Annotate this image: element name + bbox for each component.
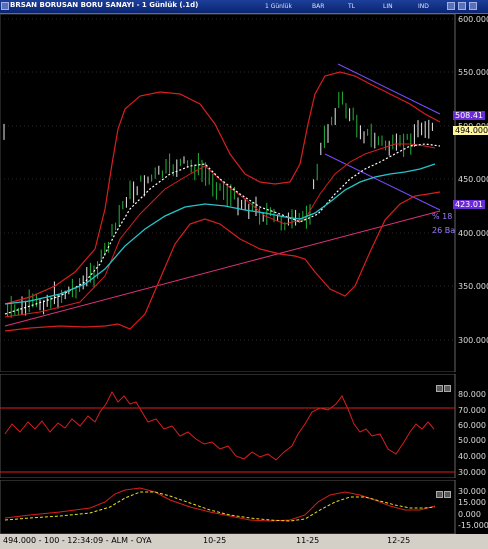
macd-tick: 0.000 [458, 510, 481, 519]
pane-minimize-icon[interactable] [436, 491, 443, 498]
status-bar: 494.000 - 100 - 12:34:09 - ALM - OYA 10-… [0, 534, 488, 549]
macd-panel[interactable] [0, 480, 488, 534]
rsi-tick: 30.000 [458, 468, 486, 477]
macd-pane-controls[interactable] [436, 483, 458, 498]
lin-button[interactable]: LIN [383, 2, 393, 11]
rsi-tick: 50.000 [458, 436, 486, 445]
price-chart[interactable] [0, 14, 488, 372]
status-text: 494.000 - 100 - 12:34:09 - ALM - OYA [3, 536, 152, 545]
lower-channel-tag: 423.01 [453, 200, 485, 209]
rsi-tick: 70.000 [458, 406, 486, 415]
price-tick: 400.000 [458, 229, 488, 238]
x-tick: 11-25 [296, 536, 320, 545]
rsi-tick: 40.000 [458, 452, 486, 461]
x-tick: 10-25 [203, 536, 227, 545]
window-menu-icon[interactable] [1, 2, 9, 10]
macd-tick: 15.000 [458, 498, 486, 507]
ma-label-2: 26 Ba [432, 226, 456, 235]
last-price-tag: 494.000 [453, 126, 488, 135]
bar-button[interactable]: BAR [312, 2, 324, 11]
price-tick: 300.000 [458, 336, 488, 345]
chart-titlebar: BRSAN BORUSAN BORU SANAYI - 1 Günlük (.1… [0, 0, 488, 14]
price-tick: 600.000 [458, 15, 488, 24]
rsi-panel[interactable] [0, 374, 488, 478]
pane-close-icon[interactable] [444, 385, 451, 392]
rsi-tick: 80.000 [458, 390, 486, 399]
price-tick: 350.000 [458, 282, 488, 291]
rsi-tick: 60.000 [458, 421, 486, 430]
minimize-icon[interactable] [447, 2, 455, 10]
ma-label: % 18 [432, 212, 453, 221]
x-tick: 12-25 [387, 536, 411, 545]
pane-close-icon[interactable] [444, 491, 451, 498]
period-button[interactable]: 1 Günlük [265, 2, 292, 11]
price-tick: 450.000 [458, 175, 488, 184]
pane-minimize-icon[interactable] [436, 385, 443, 392]
window-title: BRSAN BORUSAN BORU SANAYI - 1 Günlük (.1… [10, 1, 199, 9]
tl-button[interactable]: TL [348, 2, 355, 11]
rsi-pane-controls[interactable] [436, 377, 458, 392]
macd-tick: -15.000 [458, 521, 488, 530]
macd-tick: 30.000 [458, 487, 486, 496]
maximize-icon[interactable] [458, 2, 466, 10]
price-tick: 550.000 [458, 68, 488, 77]
close-icon[interactable] [469, 2, 477, 10]
ind-button[interactable]: IND [418, 2, 429, 11]
upper-channel-tag: 508.41 [453, 111, 485, 120]
